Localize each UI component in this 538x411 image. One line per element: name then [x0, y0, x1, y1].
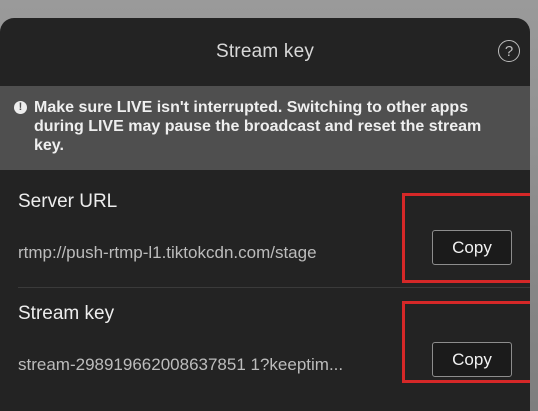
- stream-key-section: Stream key stream-298919662008637851 1?k…: [0, 288, 530, 409]
- stream-key-sheet: Stream key ? ! Make sure LIVE isn't inte…: [0, 18, 530, 411]
- stream-key-value: stream-298919662008637851 1?keeptim...: [18, 355, 344, 374]
- stream-key-label: Stream key: [18, 303, 115, 324]
- server-url-label: Server URL: [18, 191, 118, 212]
- warning-text: Make sure LIVE isn't interrupted. Switch…: [34, 99, 482, 154]
- info-icon: !: [14, 101, 27, 114]
- sheet-header: Stream key ?: [0, 18, 530, 86]
- warning-banner: ! Make sure LIVE isn't interrupted. Swit…: [0, 86, 530, 170]
- question-mark-icon[interactable]: ?: [498, 40, 520, 62]
- copy-server-url-button[interactable]: Copy: [432, 230, 512, 265]
- server-url-section: Server URL rtmp://push-rtmp-l1.tiktokcdn…: [0, 170, 530, 288]
- sheet-title: Stream key: [215, 41, 315, 62]
- copy-stream-key-button[interactable]: Copy: [432, 342, 512, 377]
- server-url-value: rtmp://push-rtmp-l1.tiktokcdn.com/stage: [18, 243, 317, 262]
